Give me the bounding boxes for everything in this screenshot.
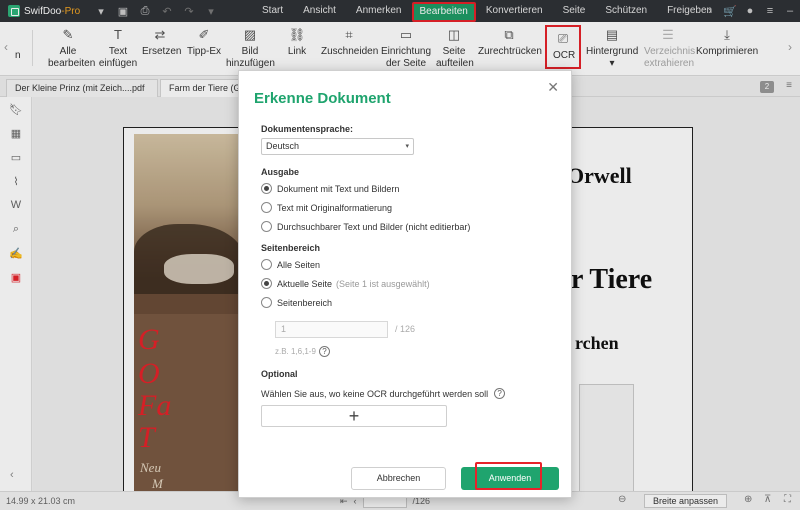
page-range-input[interactable]: 1 <box>275 321 388 338</box>
radio-button[interactable] <box>261 221 272 232</box>
radio-button[interactable] <box>261 297 272 308</box>
range-label: Seitenbereich <box>261 243 321 253</box>
help-icon[interactable]: ? <box>494 388 506 399</box>
optional-hint: Wählen Sie aus, wo keine OCR durchgeführ… <box>261 388 506 399</box>
ocr-dialog: Erkenne Dokument ✕ Dokumentensprache: De… <box>238 70 572 498</box>
output-label: Ausgabe <box>261 167 300 177</box>
plus-icon: + <box>348 405 360 426</box>
range-option-current-page[interactable]: Aktuelle Seite (Seite 1 ist ausgewählt) <box>261 278 430 289</box>
output-option-doc-text-images[interactable]: Dokument mit Text und Bildern <box>261 183 399 194</box>
range-example-text: z.B. 1,6,1-9 <box>275 347 316 356</box>
radio-label: Seitenbereich <box>277 297 333 308</box>
radio-button[interactable] <box>261 278 272 289</box>
radio-hint: (Seite 1 ist ausgewählt) <box>336 278 430 289</box>
radio-label: Alle Seiten <box>277 259 321 270</box>
range-option-page-range[interactable]: Seitenbereich <box>261 297 332 308</box>
optional-hint-text: Wählen Sie aus, wo keine OCR durchgeführ… <box>261 388 489 399</box>
page-range-total: / 126 <box>395 324 416 334</box>
language-value: Deutsch <box>266 141 300 151</box>
dialog-title: Erkenne Dokument <box>254 90 391 107</box>
close-icon[interactable]: ✕ <box>547 79 559 96</box>
range-option-all-pages[interactable]: Alle Seiten <box>261 259 320 270</box>
radio-label: Dokument mit Text und Bildern <box>277 183 400 194</box>
radio-button[interactable] <box>261 183 272 194</box>
radio-label: Text mit Originalformatierung <box>277 202 393 213</box>
output-option-searchable[interactable]: Durchsuchbarer Text und Bilder (nicht ed… <box>261 221 470 232</box>
radio-label: Aktuelle Seite <box>277 278 333 289</box>
add-exclusion-area-button[interactable]: + <box>261 405 447 427</box>
language-label: Dokumentensprache: <box>261 124 354 134</box>
optional-label: Optional <box>261 369 298 379</box>
language-select[interactable]: Deutsch ▾ <box>261 138 414 155</box>
radio-button[interactable] <box>261 259 272 270</box>
radio-label: Durchsuchbarer Text und Bilder (nicht ed… <box>277 221 471 232</box>
apply-highlight-frame <box>475 462 542 490</box>
output-option-original-format[interactable]: Text mit Originalformatierung <box>261 202 392 213</box>
cancel-button[interactable]: Abbrechen <box>351 467 446 490</box>
help-icon[interactable]: ? <box>318 346 330 357</box>
chevron-down-icon: ▾ <box>405 143 409 150</box>
radio-button[interactable] <box>261 202 272 213</box>
page-range-example: z.B. 1,6,1-9 ? <box>275 346 330 357</box>
